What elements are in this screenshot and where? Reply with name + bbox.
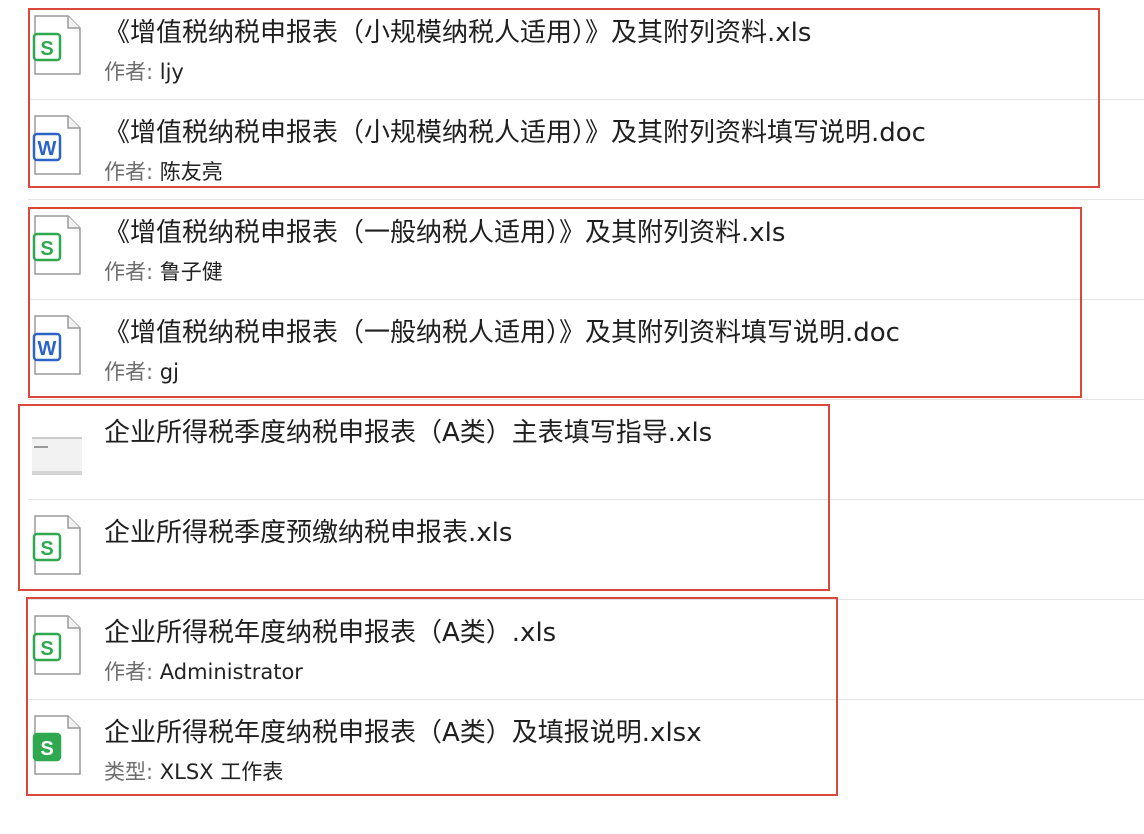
spreadsheet-icon: S	[32, 14, 82, 76]
file-meta: 作者: 陈友亮	[104, 156, 223, 186]
svg-text:S: S	[40, 738, 53, 760]
spreadsheet-icon: S	[32, 514, 82, 576]
word-document-icon: W	[32, 114, 82, 176]
file-row[interactable]: S 企业所得税年度纳税申报表（A类）.xls 作者: Administrator	[0, 600, 1144, 700]
file-name[interactable]: 《增值税纳税申报表（小规模纳税人适用）》及其附列资料填写说明.doc	[104, 112, 926, 149]
meta-value: XLSX 工作表	[159, 760, 284, 784]
file-row[interactable]: 企业所得税季度纳税申报表（A类）主表填写指导.xls	[0, 400, 1144, 500]
file-name[interactable]: 《增值税纳税申报表（一般纳税人适用）》及其附列资料填写说明.doc	[104, 312, 900, 349]
file-row[interactable]: S 《增值税纳税申报表（一般纳税人适用）》及其附列资料.xls 作者: 鲁子健	[0, 200, 1144, 300]
spreadsheet-xlsx-icon: S	[32, 714, 82, 776]
file-meta: 作者: 鲁子健	[104, 256, 223, 286]
file-thumbnail-icon	[32, 414, 82, 476]
meta-label: 作者:	[104, 360, 160, 384]
file-meta: 作者: gj	[104, 356, 179, 386]
meta-label: 作者:	[104, 60, 160, 84]
meta-value: gj	[159, 360, 179, 384]
meta-value: 陈友亮	[159, 160, 223, 184]
meta-label: 作者:	[104, 260, 160, 284]
file-row[interactable]: S 企业所得税季度预缴纳税申报表.xls	[0, 500, 1144, 600]
meta-label: 类型:	[104, 760, 160, 784]
meta-label: 作者:	[104, 160, 160, 184]
meta-value: 鲁子健	[159, 260, 223, 284]
file-meta: 类型: XLSX 工作表	[104, 756, 283, 786]
spreadsheet-icon: S	[32, 214, 82, 276]
file-row[interactable]: S 《增值税纳税申报表（小规模纳税人适用）》及其附列资料.xls 作者: ljy	[0, 0, 1144, 100]
svg-text:S: S	[40, 38, 53, 60]
file-name[interactable]: 企业所得税季度预缴纳税申报表.xls	[104, 512, 512, 549]
file-meta: 作者: Administrator	[104, 656, 303, 686]
file-name[interactable]: 企业所得税年度纳税申报表（A类）及填报说明.xlsx	[104, 712, 702, 749]
svg-text:S: S	[40, 538, 53, 560]
svg-text:W: W	[38, 138, 57, 160]
svg-text:S: S	[40, 238, 53, 260]
file-row[interactable]: W 《增值税纳税申报表（小规模纳税人适用）》及其附列资料填写说明.doc 作者:…	[0, 100, 1144, 200]
svg-text:S: S	[40, 638, 53, 660]
file-name[interactable]: 《增值税纳税申报表（一般纳税人适用）》及其附列资料.xls	[104, 212, 785, 249]
meta-value: Administrator	[159, 660, 303, 684]
file-name[interactable]: 企业所得税年度纳税申报表（A类）.xls	[104, 612, 556, 649]
file-name[interactable]: 《增值税纳税申报表（小规模纳税人适用）》及其附列资料.xls	[104, 12, 811, 49]
file-row[interactable]: S 企业所得税年度纳税申报表（A类）及填报说明.xlsx 类型: XLSX 工作…	[0, 700, 1144, 800]
file-name[interactable]: 企业所得税季度纳税申报表（A类）主表填写指导.xls	[104, 412, 712, 449]
spreadsheet-icon: S	[32, 614, 82, 676]
file-row[interactable]: W 《增值税纳税申报表（一般纳税人适用）》及其附列资料填写说明.doc 作者: …	[0, 300, 1144, 400]
file-meta: 作者: ljy	[104, 56, 184, 86]
svg-text:W: W	[38, 338, 57, 360]
meta-label: 作者:	[104, 660, 160, 684]
word-document-icon: W	[32, 314, 82, 376]
meta-value: ljy	[159, 60, 184, 84]
